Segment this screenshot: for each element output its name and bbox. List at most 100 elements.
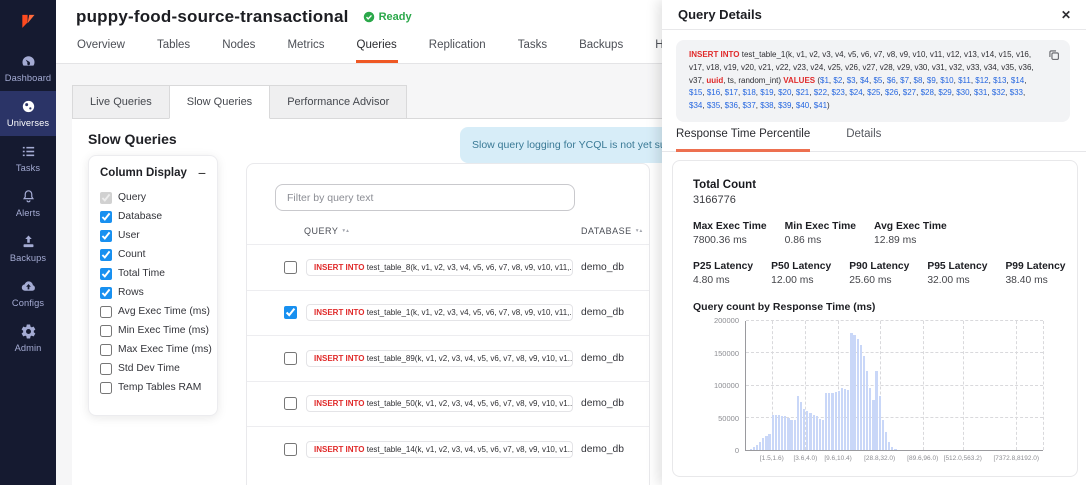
sidebar-item-dashboard[interactable]: Dashboard	[0, 46, 56, 91]
sort-icon[interactable]: ▾▴	[342, 228, 350, 234]
tab-metrics[interactable]: Metrics	[286, 39, 325, 63]
column-option-label: Std Dev Time	[118, 363, 180, 374]
query-cell[interactable]: INSERT INTO test_table_1(k, v1, v2, v3, …	[306, 304, 573, 321]
sidebar-item-tasks[interactable]: Tasks	[0, 136, 56, 181]
query-cell[interactable]: INSERT INTO test_table_14(k, v1, v2, v3,…	[306, 441, 573, 458]
sidebar-item-label: Configs	[12, 298, 44, 308]
subtab-performance-advisor[interactable]: Performance Advisor	[269, 85, 407, 119]
yugabyte-logo[interactable]	[0, 0, 56, 46]
histogram-bar	[860, 345, 862, 450]
sql-param: $20	[778, 88, 791, 97]
column-checkbox[interactable]	[100, 325, 112, 337]
column-checkbox[interactable]	[100, 268, 112, 280]
y-tick-label: 0	[735, 446, 739, 455]
histogram-bar	[816, 416, 818, 450]
row-checkbox[interactable]	[284, 443, 297, 456]
sidebar-item-backups[interactable]: Backups	[0, 226, 56, 271]
yugabyte-logo-icon	[15, 10, 41, 36]
table-row[interactable]: INSERT INTO test_table_8(k, v1, v2, v3, …	[247, 244, 649, 290]
tab-overview[interactable]: Overview	[76, 39, 126, 63]
row-checkbox[interactable]	[284, 397, 297, 410]
row-checkbox[interactable]	[284, 306, 297, 319]
column-checkbox[interactable]	[100, 363, 112, 375]
x-tick-label: [28.8,32.0)	[864, 455, 895, 462]
sidebar-item-label: Alerts	[16, 208, 40, 218]
stat-label: Avg Exec Time	[874, 221, 947, 232]
y-gridline	[746, 385, 1043, 386]
row-checkbox[interactable]	[284, 261, 297, 274]
sidebar-item-admin[interactable]: Admin	[0, 316, 56, 361]
histogram-bar	[790, 420, 792, 450]
query-text: test_table_14(k, v1, v2, v3, v4, v5, v6,…	[365, 445, 573, 454]
sql-keyword: uuid	[706, 76, 723, 85]
query-details-panel: Query Details ✕ INSERT INTO test_table_1…	[662, 0, 1086, 485]
histogram-bar	[762, 438, 764, 450]
subtab-live-queries[interactable]: Live Queries	[72, 85, 170, 119]
query-cell[interactable]: INSERT INTO test_table_8(k, v1, v2, v3, …	[306, 259, 573, 276]
sql-statement: INSERT INTO test_table_1(k, v1, v2, v3, …	[689, 50, 1034, 110]
column-option-min-exec-time-ms-: Min Exec Time (ms)	[100, 321, 206, 340]
table-header: QUERY▾▴DATABASE▾▴	[247, 226, 649, 236]
copy-icon[interactable]	[1047, 48, 1061, 62]
tab-queries[interactable]: Queries	[356, 39, 398, 63]
tab-tasks[interactable]: Tasks	[517, 39, 548, 63]
sql-keyword: VALUES	[783, 76, 815, 85]
upload-icon	[20, 233, 37, 250]
column-option-label: Temp Tables RAM	[118, 382, 201, 393]
table-row[interactable]: INSERT INTO test_table_50(k, v1, v2, v3,…	[247, 381, 649, 427]
column-checkbox[interactable]	[100, 249, 112, 261]
column-checkbox[interactable]	[100, 306, 112, 318]
total-count-value: 3166776	[693, 194, 1057, 206]
histogram-bar	[759, 442, 761, 450]
histogram-bar	[891, 447, 893, 450]
sql-param: $29	[938, 88, 951, 97]
sql-param: $39	[778, 101, 791, 110]
collapse-minus-icon[interactable]: −	[198, 168, 206, 178]
sidebar-nav: DashboardUniversesTasks Alerts Backups Conf…	[0, 46, 56, 361]
details-tab-response-time-percentile[interactable]: Response Time Percentile	[676, 128, 810, 152]
column-checkbox[interactable]	[100, 192, 112, 204]
tab-nodes[interactable]: Nodes	[221, 39, 256, 63]
column-header-query[interactable]: QUERY▾▴	[304, 226, 581, 236]
row-checkbox[interactable]	[284, 352, 297, 365]
column-checkbox[interactable]	[100, 211, 112, 223]
table-row[interactable]: INSERT INTO test_table_14(k, v1, v2, v3,…	[247, 426, 649, 472]
details-tab-details[interactable]: Details	[846, 128, 881, 152]
tab-replication[interactable]: Replication	[428, 39, 487, 63]
y-gridline	[746, 417, 1043, 418]
histogram-bar	[847, 390, 849, 450]
histogram-bar	[850, 333, 852, 450]
histogram-bar	[885, 432, 887, 450]
column-checkbox[interactable]	[100, 287, 112, 299]
query-cell[interactable]: INSERT INTO test_table_50(k, v1, v2, v3,…	[306, 395, 573, 412]
query-cell[interactable]: INSERT INTO test_table_89(k, v1, v2, v3,…	[306, 350, 573, 367]
sidebar-item-universes[interactable]: Universes	[0, 91, 56, 136]
column-option-label: Query	[118, 192, 146, 203]
sql-statement-box: INSERT INTO test_table_1(k, v1, v2, v3, …	[676, 40, 1070, 122]
tab-tables[interactable]: Tables	[156, 39, 191, 63]
database-cell: demo_db	[581, 444, 624, 455]
close-icon[interactable]: ✕	[1061, 8, 1071, 22]
column-checkbox[interactable]	[100, 230, 112, 242]
sort-icon[interactable]: ▾▴	[636, 228, 644, 234]
table-row[interactable]: INSERT INTO test_table_89(k, v1, v2, v3,…	[247, 335, 649, 381]
table-row[interactable]: INSERT INTO test_table_1(k, v1, v2, v3, …	[247, 290, 649, 336]
stat-value: 38.40 ms	[1005, 275, 1065, 286]
universe-tab-bar: Overview Tables Nodes Metrics Queries Replica…	[76, 39, 689, 63]
sql-param: $30	[956, 88, 969, 97]
column-option-query: Query	[100, 188, 206, 207]
filter-input[interactable]	[275, 184, 575, 211]
column-checkbox[interactable]	[100, 344, 112, 356]
section-title: Slow Queries	[88, 131, 177, 147]
column-option-label: Avg Exec Time (ms)	[118, 306, 210, 317]
tab-backups[interactable]: Backups	[578, 39, 624, 63]
histogram-bar	[813, 415, 815, 450]
status-label: Ready	[379, 11, 412, 23]
column-header-database[interactable]: DATABASE▾▴	[581, 226, 643, 236]
queries-subtab-bar: Live QueriesSlow QueriesPerformance Advi…	[72, 85, 406, 119]
sidebar-item-configs[interactable]: Configs	[0, 271, 56, 316]
column-checkbox[interactable]	[100, 382, 112, 394]
subtab-slow-queries[interactable]: Slow Queries	[169, 85, 270, 119]
sql-param: $34	[689, 101, 702, 110]
sidebar-item-alerts[interactable]: Alerts	[0, 181, 56, 226]
